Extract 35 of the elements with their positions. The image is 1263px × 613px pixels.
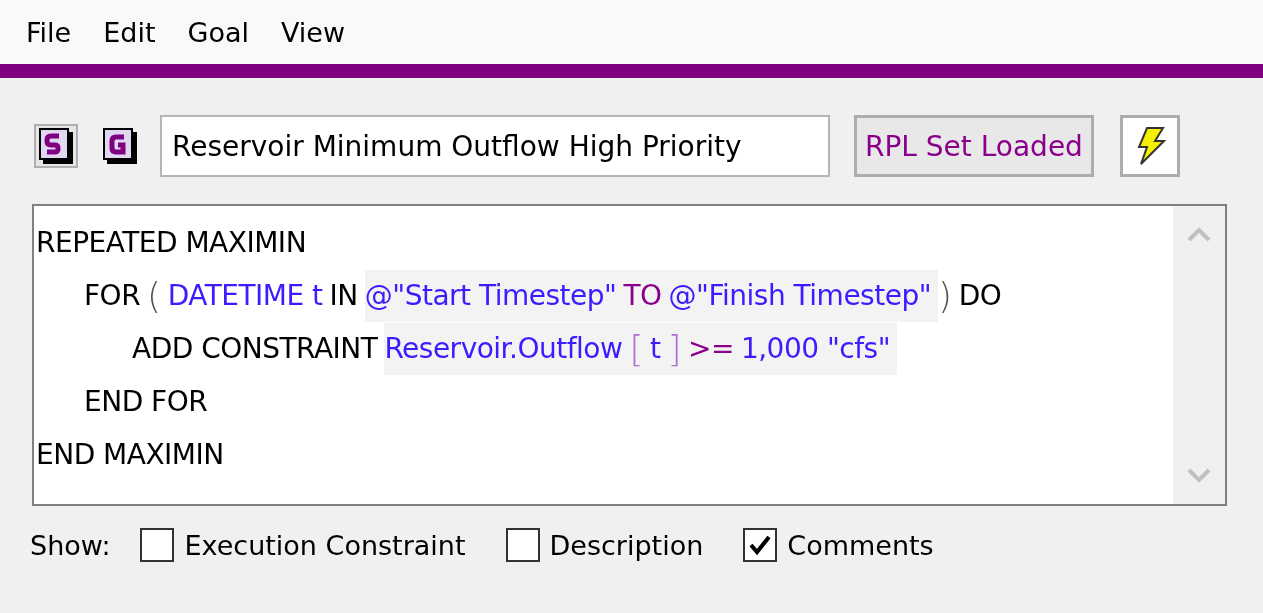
s-icon	[39, 128, 73, 164]
code-token: @"Start Timestep"	[364, 269, 624, 322]
code-token: END MAXIMIN	[36, 436, 224, 473]
goal-name-field[interactable]: Reservoir Minimum Outflow High Priority	[160, 115, 830, 177]
menu-item[interactable]: View	[265, 16, 362, 48]
run-button[interactable]	[1119, 115, 1180, 177]
checkbox-label: Description	[549, 529, 704, 561]
checkbox[interactable]	[140, 528, 175, 562]
show-label: Show:	[30, 529, 111, 561]
parenthesis: (	[147, 273, 161, 318]
g-icon	[103, 128, 137, 164]
code-token: REPEATED MAXIMIN	[36, 224, 307, 261]
code-token: END FOR	[84, 383, 208, 420]
code-token: TO	[623, 269, 669, 322]
checkbox[interactable]	[505, 528, 540, 562]
code-token: 1,000 "cfs"	[740, 322, 898, 375]
menu-item[interactable]: File	[10, 16, 88, 48]
menu-item[interactable]: Goal	[171, 16, 265, 48]
code-token: DATETIME t	[167, 277, 323, 314]
code-token: Reservoir.Outflow	[384, 322, 630, 375]
checkbox-label: Execution Constraint	[184, 529, 466, 561]
checkbox-label: Comments	[787, 529, 934, 561]
code-token: ADD CONSTRAINT	[132, 330, 378, 367]
code-token: IN	[329, 277, 358, 314]
code-token: @"Finish Timestep"	[668, 269, 939, 322]
code-token: >=	[687, 322, 741, 375]
s-button[interactable]	[34, 124, 78, 168]
checkbox[interactable]	[743, 528, 778, 562]
code-token: FOR	[84, 277, 141, 314]
bracket: [	[629, 322, 650, 375]
code-token: DO	[958, 277, 1002, 314]
rpl-status-button[interactable]: RPL Set Loaded	[854, 115, 1094, 177]
menu-item[interactable]: Edit	[87, 16, 172, 48]
parenthesis: )	[938, 273, 952, 318]
bracket: ]	[667, 322, 688, 375]
